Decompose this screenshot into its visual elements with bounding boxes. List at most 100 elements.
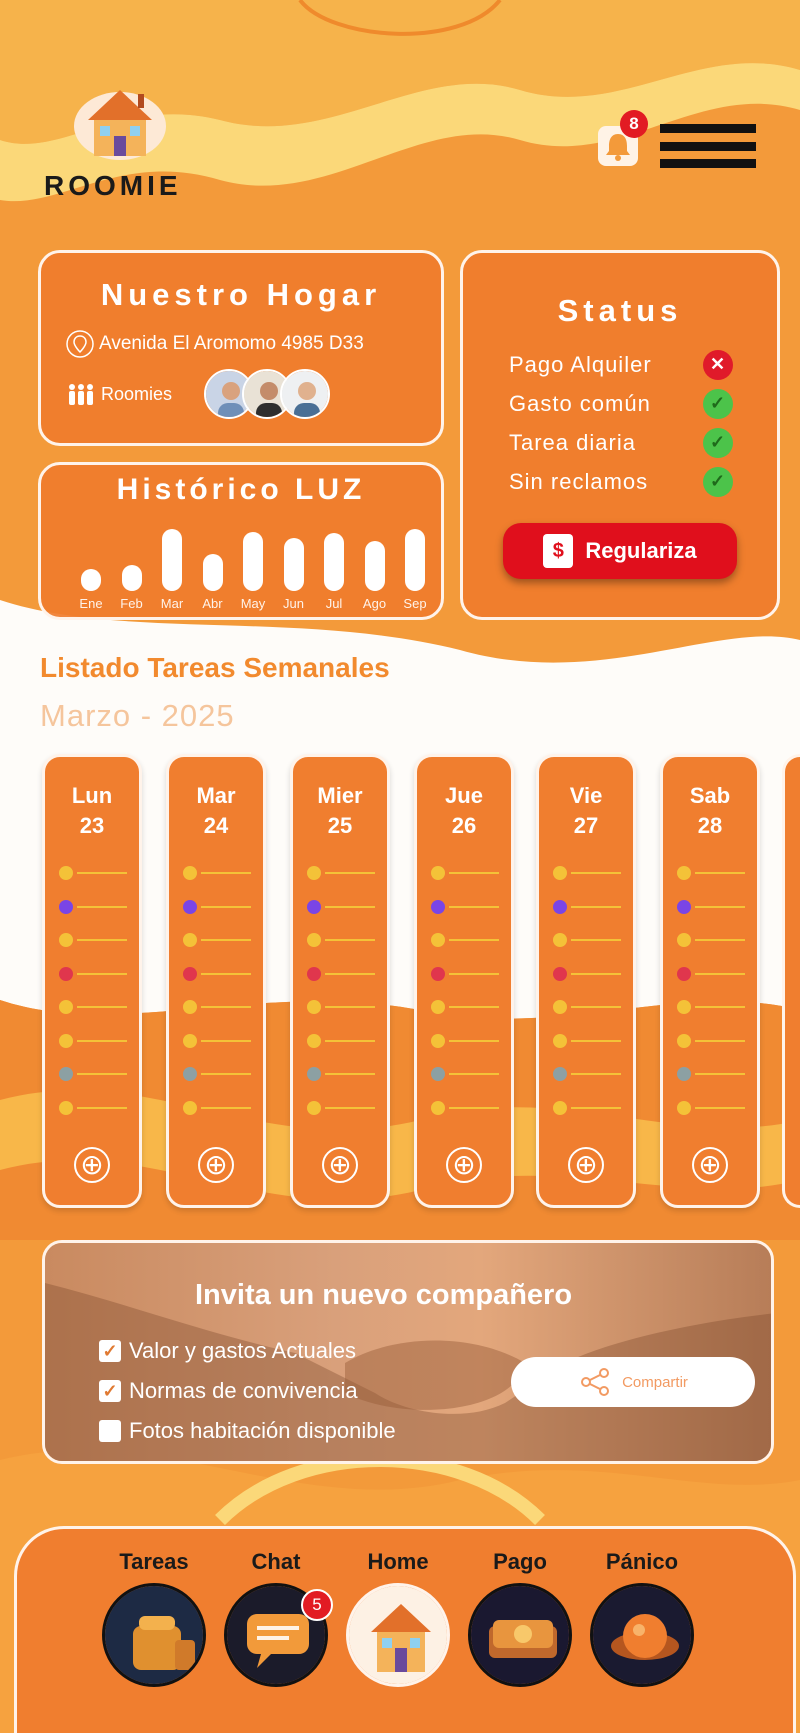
checkbox-checked-icon[interactable]: ✓ xyxy=(99,1340,121,1362)
task-item[interactable] xyxy=(59,866,127,880)
task-dot-icon xyxy=(553,1000,567,1014)
task-item[interactable] xyxy=(431,1000,499,1014)
add-task-icon[interactable]: ⊕ xyxy=(568,1147,604,1183)
task-item[interactable] xyxy=(307,933,375,947)
historico-luz-card[interactable]: Histórico LUZ Ene Feb Mar Abr May Jun Jul Ago Se… xyxy=(38,462,444,620)
task-item[interactable] xyxy=(183,866,251,880)
hamburger-menu-icon[interactable] xyxy=(660,122,756,170)
task-item[interactable] xyxy=(183,966,251,981)
task-line xyxy=(571,972,621,975)
task-item[interactable] xyxy=(677,899,745,914)
nav-item-chat[interactable]: Chat 5 xyxy=(221,1549,333,1687)
invite-check-item[interactable]: ✓ Valor y gastos Actuales xyxy=(99,1331,396,1371)
regulariza-button[interactable]: $ Regulariza xyxy=(503,523,737,579)
task-item[interactable] xyxy=(59,933,127,947)
task-line xyxy=(77,1106,127,1109)
house-icon[interactable] xyxy=(346,1583,450,1687)
mailbox-icon[interactable] xyxy=(102,1583,206,1687)
task-item[interactable] xyxy=(677,1100,745,1115)
task-item[interactable] xyxy=(307,966,375,981)
day-column[interactable]: Lun 23 ⊕ xyxy=(42,754,142,1208)
luz-month-label: Ene xyxy=(79,596,103,611)
task-item[interactable] xyxy=(431,966,499,981)
task-line xyxy=(201,1106,251,1109)
task-item[interactable] xyxy=(307,1033,375,1048)
nav-item-home[interactable]: Home xyxy=(343,1549,453,1687)
roomie-logo[interactable]: ROOMIE xyxy=(40,80,200,201)
add-task-icon[interactable]: ⊕ xyxy=(74,1147,110,1183)
avatar[interactable] xyxy=(280,369,331,419)
task-item[interactable] xyxy=(431,1033,499,1048)
task-item[interactable] xyxy=(59,1067,127,1081)
task-line xyxy=(77,972,127,975)
roomies-avatars[interactable] xyxy=(204,369,331,419)
add-task-icon[interactable]: ⊕ xyxy=(198,1147,234,1183)
task-item[interactable] xyxy=(59,899,127,914)
checkbox-checked-icon[interactable]: ✓ xyxy=(99,1380,121,1402)
task-dot-icon xyxy=(307,966,321,981)
checkbox-unchecked-icon[interactable] xyxy=(99,1420,121,1442)
notifications-button[interactable]: 8 xyxy=(596,110,648,168)
task-item[interactable] xyxy=(677,933,745,947)
hogar-card[interactable]: Nuestro Hogar Avenida El Aromomo 4985 D3… xyxy=(38,250,444,446)
invite-check-item[interactable]: Fotos habitación disponible xyxy=(99,1411,396,1451)
task-item[interactable] xyxy=(431,899,499,914)
task-item[interactable] xyxy=(59,966,127,981)
day-column[interactable]: Mier 25 ⊕ xyxy=(290,754,390,1208)
task-dot-icon xyxy=(59,1100,73,1115)
task-item[interactable] xyxy=(307,1067,375,1081)
task-item[interactable] xyxy=(183,1000,251,1014)
task-item[interactable] xyxy=(431,933,499,947)
day-column[interactable]: Sab 28 ⊕ xyxy=(660,754,760,1208)
add-task-icon[interactable]: ⊕ xyxy=(446,1147,482,1183)
luz-month-label: Abr xyxy=(202,596,223,611)
add-task-icon[interactable]: ⊕ xyxy=(692,1147,728,1183)
task-item[interactable] xyxy=(553,966,621,981)
nav-item-pago[interactable]: Pago xyxy=(465,1549,575,1687)
task-item[interactable] xyxy=(307,1100,375,1115)
luz-bar-chart: Ene Feb Mar Abr May Jun Jul Ago Sep xyxy=(41,521,441,611)
task-item[interactable] xyxy=(307,1000,375,1014)
task-item[interactable] xyxy=(553,866,621,880)
task-dot-icon xyxy=(431,1067,445,1081)
add-task-icon[interactable]: ⊕ xyxy=(322,1147,358,1183)
task-item[interactable] xyxy=(431,1067,499,1081)
task-item[interactable] xyxy=(431,1100,499,1115)
day-column[interactable]: Vie 27 ⊕ xyxy=(536,754,636,1208)
task-item[interactable] xyxy=(183,933,251,947)
task-item[interactable] xyxy=(677,866,745,880)
task-item[interactable] xyxy=(183,1067,251,1081)
task-item[interactable] xyxy=(183,1100,251,1115)
task-item[interactable] xyxy=(307,899,375,914)
task-item[interactable] xyxy=(677,966,745,981)
task-line xyxy=(695,972,745,975)
nav-item-tareas[interactable]: Tareas xyxy=(99,1549,209,1687)
task-dot-icon xyxy=(307,1033,321,1048)
task-item[interactable] xyxy=(553,1100,621,1115)
nav-item-panico[interactable]: Pánico xyxy=(587,1549,697,1687)
task-item[interactable] xyxy=(59,1033,127,1048)
task-item[interactable] xyxy=(307,866,375,880)
share-button[interactable]: Compartir xyxy=(511,1357,755,1407)
task-item[interactable] xyxy=(183,899,251,914)
task-item[interactable] xyxy=(431,866,499,880)
task-item[interactable] xyxy=(553,1067,621,1081)
task-item[interactable] xyxy=(553,933,621,947)
invite-check-item[interactable]: ✓ Normas de convivencia xyxy=(99,1371,396,1411)
task-item[interactable] xyxy=(677,1067,745,1081)
task-line xyxy=(571,1106,621,1109)
task-item[interactable] xyxy=(59,1100,127,1115)
day-column[interactable]: Jue 26 ⊕ xyxy=(414,754,514,1208)
task-item[interactable] xyxy=(59,1000,127,1014)
task-dot-icon xyxy=(59,1067,73,1081)
panic-button-icon[interactable] xyxy=(590,1583,694,1687)
task-item[interactable] xyxy=(553,1033,621,1048)
cash-icon[interactable] xyxy=(468,1583,572,1687)
task-item[interactable] xyxy=(553,1000,621,1014)
task-dot-icon xyxy=(431,966,445,981)
day-column[interactable]: Mar 24 ⊕ xyxy=(166,754,266,1208)
task-item[interactable] xyxy=(553,899,621,914)
task-item[interactable] xyxy=(677,1033,745,1048)
task-item[interactable] xyxy=(677,1000,745,1014)
task-item[interactable] xyxy=(183,1033,251,1048)
